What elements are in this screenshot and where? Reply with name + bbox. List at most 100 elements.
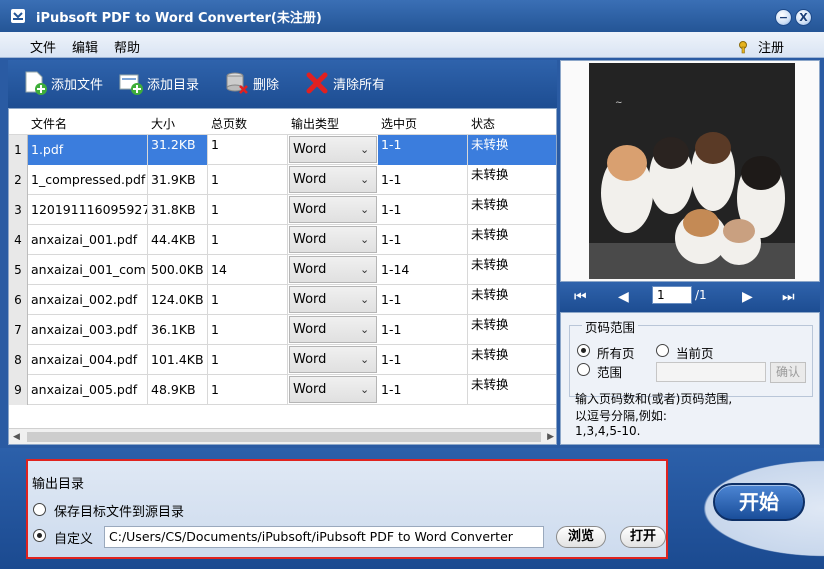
output-title: 输出目录 xyxy=(32,477,85,492)
cell-pages: 1 xyxy=(208,195,288,225)
cell-status: 未转换 xyxy=(468,195,556,225)
horizontal-scrollbar[interactable]: ◀ ▶ xyxy=(9,428,556,444)
first-page-icon[interactable]: ⏮ xyxy=(574,289,587,305)
output-type-select[interactable]: Word ⌄ xyxy=(289,376,377,403)
cell-selected-pages: 1-14 xyxy=(378,255,468,285)
output-type-select[interactable]: Word ⌄ xyxy=(289,196,377,223)
cell-status: 未转换 xyxy=(468,255,556,285)
preview-image: ~ xyxy=(589,63,795,279)
output-type-select[interactable]: Word ⌄ xyxy=(289,256,377,283)
range-radio[interactable] xyxy=(577,363,590,376)
range-input[interactable] xyxy=(656,362,766,382)
all-pages-radio[interactable] xyxy=(577,344,590,357)
col-output-type[interactable]: 输出类型 xyxy=(291,115,339,132)
start-button[interactable]: 开始 xyxy=(713,483,805,521)
row-number: 4 xyxy=(9,225,28,255)
open-button[interactable]: 打开 xyxy=(620,526,666,548)
cell-filename: anxaizai_003.pdf xyxy=(28,315,148,345)
output-type-select[interactable]: Word ⌄ xyxy=(289,316,377,343)
clear-all-button[interactable]: 清除所有 xyxy=(304,70,385,96)
output-type-select[interactable]: Word ⌄ xyxy=(289,346,377,373)
register-link[interactable]: 注册 xyxy=(738,37,784,56)
output-type-select[interactable]: Word ⌄ xyxy=(289,286,377,313)
confirm-button[interactable]: 确认 xyxy=(770,362,806,383)
col-filename[interactable]: 文件名 xyxy=(31,115,67,132)
menu-bar: 文件 编辑 帮助 注册 xyxy=(0,32,824,58)
table-row[interactable]: 2 1_compressed.pdf 31.9KB 1 1-1 未转换 Word ⌄ xyxy=(9,165,556,195)
file-table: 文件名 大小 总页数 输出类型 选中页 状态 1 1.pdf 31.2KB 1 1-1 未… xyxy=(8,108,557,445)
chevron-down-icon[interactable]: ⌄ xyxy=(360,347,370,372)
cell-filename: anxaizai_004.pdf xyxy=(28,345,148,375)
add-folder-button[interactable]: 添加目录 xyxy=(118,70,199,96)
cell-status: 未转换 xyxy=(468,315,556,345)
row-number: 5 xyxy=(9,255,28,285)
add-file-button[interactable]: 添加文件 xyxy=(22,70,103,96)
output-type-value: Word xyxy=(293,352,327,367)
delete-button[interactable]: 删除 xyxy=(224,70,279,96)
table-row[interactable]: 6 anxaizai_002.pdf 124.0KB 1 1-1 未转换 Word ⌄ xyxy=(9,285,556,315)
output-type-value: Word xyxy=(293,262,327,277)
page-number-input[interactable]: 1 xyxy=(652,286,692,304)
chevron-down-icon[interactable]: ⌄ xyxy=(360,317,370,342)
output-type-select[interactable]: Word ⌄ xyxy=(289,166,377,193)
scroll-left-icon[interactable]: ◀ xyxy=(13,432,20,442)
menu-file[interactable]: 文件 xyxy=(30,37,56,56)
table-row[interactable]: 7 anxaizai_003.pdf 36.1KB 1 1-1 未转换 Word ⌄ xyxy=(9,315,556,345)
chevron-down-icon[interactable]: ⌄ xyxy=(360,167,370,192)
col-pages[interactable]: 总页数 xyxy=(211,115,247,132)
output-type-select[interactable]: Word ⌄ xyxy=(289,136,377,163)
output-type-select[interactable]: Word ⌄ xyxy=(289,226,377,253)
minimize-button[interactable]: − xyxy=(775,9,792,26)
row-number: 2 xyxy=(9,165,28,195)
current-page-label: 当前页 xyxy=(676,346,714,361)
chevron-down-icon[interactable]: ⌄ xyxy=(360,227,370,252)
save-to-source-radio[interactable] xyxy=(33,503,46,516)
chevron-down-icon[interactable]: ⌄ xyxy=(360,137,370,162)
cell-selected-pages: 1-1 xyxy=(378,315,468,345)
cell-selected-pages: 1-1 xyxy=(378,135,468,165)
cell-selected-pages: 1-1 xyxy=(378,225,468,255)
clear-all-label: 清除所有 xyxy=(333,77,386,93)
last-page-icon[interactable]: ⏭ xyxy=(782,289,795,305)
custom-radio[interactable] xyxy=(33,529,46,542)
col-status[interactable]: 状态 xyxy=(471,115,495,132)
output-path-input[interactable]: C:/Users/CS/Documents/iPubsoft/iPubsoft … xyxy=(104,526,544,548)
cell-status: 未转换 xyxy=(468,285,556,315)
table-row[interactable]: 1 1.pdf 31.2KB 1 1-1 未转换 Word ⌄ xyxy=(9,135,556,165)
cell-size: 101.4KB xyxy=(148,345,208,375)
menu-edit[interactable]: 编辑 xyxy=(72,37,98,56)
table-header: 文件名 大小 总页数 输出类型 选中页 状态 xyxy=(9,109,556,135)
table-row[interactable]: 312019111609592703731.8KB1 1-1未转换 Word ⌄ xyxy=(9,195,556,225)
col-selected-pages[interactable]: 选中页 xyxy=(381,115,417,132)
chevron-down-icon[interactable]: ⌄ xyxy=(360,257,370,282)
delete-label: 删除 xyxy=(253,77,280,93)
current-page-radio[interactable] xyxy=(656,344,669,357)
menu-help[interactable]: 帮助 xyxy=(114,37,140,56)
table-row[interactable]: 4 anxaizai_001.pdf 44.4KB 1 1-1 未转换 Word ⌄ xyxy=(9,225,556,255)
table-row[interactable]: 9 anxaizai_005.pdf 48.9KB 1 1-1 未转换 Word ⌄ xyxy=(9,375,556,405)
col-size[interactable]: 大小 xyxy=(151,115,175,132)
scroll-right-icon[interactable]: ▶ xyxy=(547,432,554,442)
prev-page-icon[interactable]: ◀ xyxy=(618,289,629,305)
table-row[interactable]: 5anxaizai_001_combin500.0KB14 1-14未转换 Word… xyxy=(9,255,556,285)
close-button[interactable]: X xyxy=(795,9,812,26)
output-type-value: Word xyxy=(293,172,327,187)
output-type-value: Word xyxy=(293,292,327,307)
range-label: 范围 xyxy=(597,365,623,380)
scrollbar-thumb[interactable] xyxy=(27,432,541,442)
output-type-value: Word xyxy=(293,322,327,337)
row-number: 6 xyxy=(9,285,28,315)
chevron-down-icon[interactable]: ⌄ xyxy=(360,197,370,222)
add-folder-label: 添加目录 xyxy=(147,77,200,93)
app-icon xyxy=(11,9,25,23)
next-page-icon[interactable]: ▶ xyxy=(742,289,753,305)
toolbar: 添加文件 添加目录 删除 清除所有 xyxy=(8,60,557,108)
cell-pages: 1 xyxy=(208,375,288,405)
chevron-down-icon[interactable]: ⌄ xyxy=(360,377,370,402)
page-total: /1 xyxy=(695,288,707,302)
cell-pages: 1 xyxy=(208,345,288,375)
chevron-down-icon[interactable]: ⌄ xyxy=(360,287,370,312)
browse-button[interactable]: 浏览 xyxy=(556,526,606,548)
window-title: iPubsoft PDF to Word Converter(未注册) xyxy=(36,11,322,26)
table-row[interactable]: 8 anxaizai_004.pdf 101.4KB 1 1-1 未转换 Word ⌄ xyxy=(9,345,556,375)
